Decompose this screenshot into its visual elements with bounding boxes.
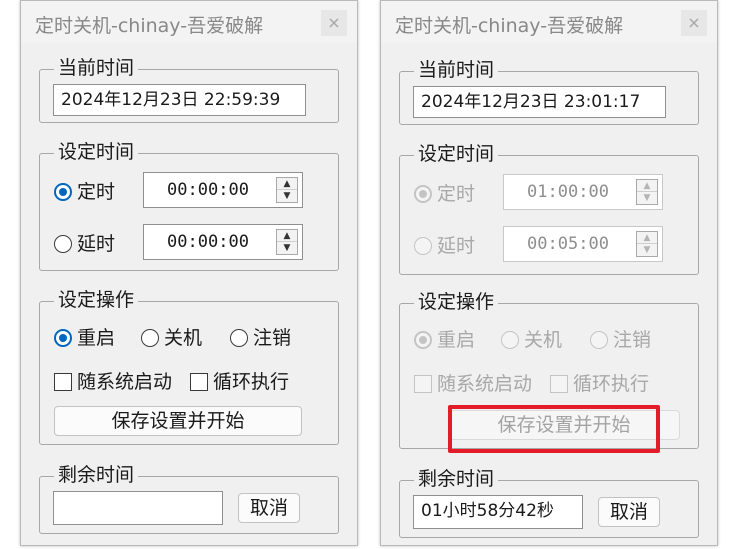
radio-unchecked-icon — [230, 329, 248, 347]
title-bar: 定时关机-chinay-吾爱破解 × — [21, 1, 357, 43]
spin-down-icon[interactable]: ▼ — [637, 244, 657, 256]
logoff-label: 注销 — [253, 327, 292, 349]
checkbox-icon — [190, 373, 208, 391]
timed-time-stepper[interactable]: 00:00:00 ▲ ▼ — [143, 172, 303, 208]
spin-down-icon[interactable]: ▼ — [637, 192, 657, 204]
radio-unchecked-icon — [54, 235, 72, 253]
delay-label: 延时 — [77, 233, 116, 255]
checkbox-icon — [414, 375, 432, 393]
radio-checked-icon — [414, 185, 432, 203]
current-time-group: 当前时间 2024年12月23日 23:01:17 — [399, 57, 699, 125]
save-and-start-button[interactable]: 保存设置并开始 — [54, 406, 302, 436]
spin-down-icon[interactable]: ▼ — [277, 242, 297, 254]
timed-time-stepper[interactable]: 01:00:00 ▲ ▼ — [503, 174, 663, 210]
radio-checked-icon — [54, 329, 72, 347]
spin-down-icon[interactable]: ▼ — [277, 190, 297, 202]
delay-time-value: 00:00:00 — [167, 232, 249, 252]
title-bar: 定时关机-chinay-吾爱破解 × — [381, 1, 717, 43]
current-time-legend: 当前时间 — [54, 55, 139, 81]
remaining-time-legend: 剩余时间 — [414, 466, 499, 492]
remaining-time-legend: 剩余时间 — [54, 462, 139, 488]
radio-checked-icon — [414, 331, 432, 349]
spin-up-icon[interactable]: ▲ — [277, 178, 297, 190]
remaining-time-group: 剩余时间 取消 — [39, 462, 339, 534]
timed-label: 定时 — [77, 181, 116, 203]
operation-legend: 设定操作 — [54, 287, 139, 313]
window-left: 定时关机-chinay-吾爱破解 × 当前时间 2024年12月23日 22:5… — [20, 0, 358, 546]
timed-time-value: 00:00:00 — [167, 180, 249, 200]
spin-buttons: ▲ ▼ — [276, 177, 298, 203]
delay-time-stepper[interactable]: 00:00:00 ▲ ▼ — [143, 224, 303, 260]
current-time-field[interactable]: 2024年12月23日 22:59:39 — [53, 84, 306, 116]
spin-buttons: ▲ ▼ — [276, 229, 298, 255]
set-time-legend: 设定时间 — [54, 139, 139, 165]
set-time-legend: 设定时间 — [414, 141, 499, 167]
timed-time-value: 01:00:00 — [527, 182, 609, 202]
window-right: 定时关机-chinay-吾爱破解 × 当前时间 2024年12月23日 23:0… — [380, 0, 718, 546]
current-time-field[interactable]: 2024年12月23日 23:01:17 — [413, 86, 666, 118]
remaining-time-group: 剩余时间 01小时58分42秒 取消 — [399, 466, 699, 538]
restart-label: 重启 — [77, 327, 116, 349]
spin-up-icon[interactable]: ▲ — [277, 230, 297, 242]
delay-time-stepper[interactable]: 00:05:00 ▲ ▼ — [503, 226, 663, 262]
remaining-time-field[interactable]: 01小时58分42秒 — [413, 495, 583, 529]
radio-unchecked-icon — [141, 329, 159, 347]
delay-time-value: 00:05:00 — [527, 234, 609, 254]
close-button[interactable]: × — [681, 10, 707, 36]
window-title: 定时关机-chinay-吾爱破解 — [395, 15, 624, 37]
autostart-label: 随系统启动 — [77, 371, 173, 393]
radio-unchecked-icon — [501, 331, 519, 349]
checkbox-icon — [550, 375, 568, 393]
cancel-button[interactable]: 取消 — [598, 497, 660, 527]
shutdown-label: 关机 — [164, 327, 203, 349]
operation-group: 设定操作 重启 关机 注销 随系统启动 循环执行 保存设置并开始 — [39, 287, 339, 445]
spin-up-icon[interactable]: ▲ — [637, 232, 657, 244]
remaining-time-field[interactable] — [53, 491, 223, 525]
close-button[interactable]: × — [321, 10, 347, 36]
spin-buttons: ▲ ▼ — [636, 231, 658, 257]
spin-buttons: ▲ ▼ — [636, 179, 658, 205]
spin-up-icon[interactable]: ▲ — [637, 180, 657, 192]
delay-label: 延时 — [437, 235, 476, 257]
window-title: 定时关机-chinay-吾爱破解 — [35, 15, 264, 37]
radio-unchecked-icon — [590, 331, 608, 349]
restart-label: 重启 — [437, 329, 476, 351]
loop-label: 循环执行 — [573, 373, 650, 395]
shutdown-label: 关机 — [524, 329, 563, 351]
set-time-group: 设定时间 定时 01:00:00 ▲ ▼ 延时 00:05:00 ▲ ▼ — [399, 141, 699, 275]
cancel-button[interactable]: 取消 — [238, 493, 300, 523]
set-time-group: 设定时间 定时 00:00:00 ▲ ▼ 延时 00:00:00 ▲ ▼ — [39, 139, 339, 271]
current-time-legend: 当前时间 — [414, 57, 499, 83]
autostart-label: 随系统启动 — [437, 373, 533, 395]
checkbox-icon — [54, 373, 72, 391]
highlight-annotation-box — [448, 405, 660, 453]
operation-legend: 设定操作 — [414, 289, 499, 315]
current-time-group: 当前时间 2024年12月23日 22:59:39 — [39, 55, 339, 123]
radio-unchecked-icon — [414, 237, 432, 255]
logoff-label: 注销 — [613, 329, 652, 351]
loop-label: 循环执行 — [213, 371, 290, 393]
radio-checked-icon — [54, 183, 72, 201]
timed-label: 定时 — [437, 183, 476, 205]
